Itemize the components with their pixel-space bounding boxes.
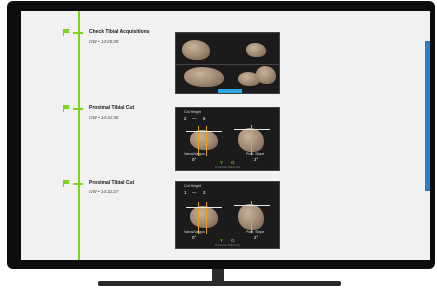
entry-title[interactable]: Proximal Tibial Cut: [89, 180, 134, 186]
separator: —: [192, 116, 197, 121]
tibia-3d-model: [182, 40, 210, 60]
varus-valgus-value: 0°: [192, 157, 197, 162]
panel-footer: Proximal Tibial Cut: [214, 243, 240, 247]
cut-height-right: 3: [203, 190, 206, 195]
post-slope-label: Post. Slope: [246, 152, 265, 156]
cut-plane-line: [234, 205, 270, 206]
entry-timestamp: OW • 14:32:27: [89, 189, 119, 194]
monitor-frame: Check Tibial Acquisitions OW • 14:20:28 …: [7, 1, 435, 269]
tibia-3d-model: [246, 43, 266, 57]
right-accent-bar: [425, 41, 430, 191]
timeline-marker: [73, 108, 83, 110]
monitor-stand-base: [98, 281, 341, 286]
tibia-3d-model: [256, 66, 276, 84]
post-slope-value: 2°: [254, 235, 259, 240]
entry-timestamp: OW • 14:20:28: [89, 39, 119, 44]
cut-image-panel[interactable]: Cut Height 1 — 3 Varus/Valgus 0° Post. S…: [175, 181, 280, 249]
cut-height-label: Cut Height: [184, 110, 201, 114]
cut-height-left: 1: [184, 190, 187, 195]
timeline-marker: [73, 32, 83, 34]
timeline-marker: [73, 183, 83, 185]
tibia-3d-model: [184, 67, 224, 87]
flag-icon: [63, 105, 71, 112]
divider: [176, 64, 279, 65]
flag-icon: [63, 29, 71, 36]
post-slope-value: 2°: [254, 157, 259, 162]
varus-valgus-value: 0°: [192, 235, 197, 240]
cut-height-label: Cut Height: [184, 184, 201, 188]
flag-icon: [63, 180, 71, 187]
cut-height-left: 2: [184, 116, 187, 121]
tibia-3d-model: [190, 130, 218, 150]
timeline-line: [78, 11, 80, 260]
screen: Check Tibial Acquisitions OW • 14:20:28 …: [21, 11, 430, 260]
monitor-stand-neck: [212, 269, 224, 281]
cut-image-panel[interactable]: Cut Height 2 — 6 Varus/Valgus 0° Post. S…: [175, 107, 280, 171]
acquisition-image-panel[interactable]: [175, 32, 280, 94]
entry-title[interactable]: Proximal Tibial Cut: [89, 105, 134, 111]
cut-plane-line: [186, 131, 222, 132]
cut-plane-line: [186, 207, 222, 208]
entry-timestamp: OW • 14:31:45: [89, 115, 119, 120]
varus-valgus-label: Varus/Valgus: [184, 230, 205, 234]
panel-footer: Proximal Tibial Cut: [214, 165, 240, 169]
cut-height-right: 6: [203, 116, 206, 121]
separator: —: [192, 190, 197, 195]
tibia-3d-model: [190, 206, 218, 228]
cut-plane-line: [234, 129, 270, 130]
varus-valgus-label: Varus/Valgus: [184, 152, 205, 156]
entry-title[interactable]: Check Tibial Acquisitions: [89, 29, 150, 35]
post-slope-label: Post. Slope: [246, 230, 265, 234]
progress-indicator: [218, 89, 242, 93]
